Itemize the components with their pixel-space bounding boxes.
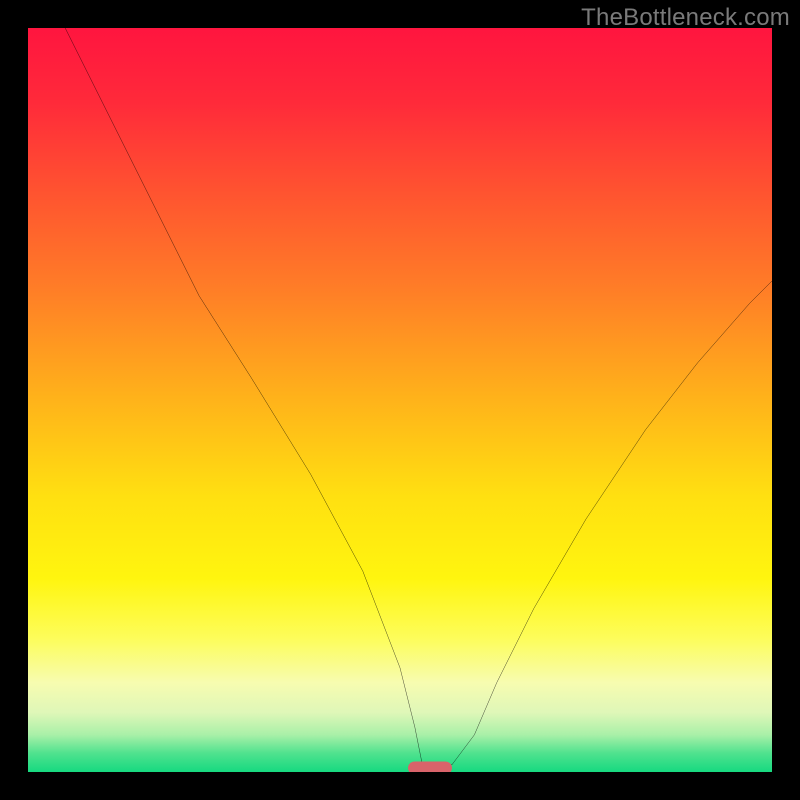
bottleneck-curve bbox=[28, 28, 772, 772]
optimal-marker bbox=[408, 762, 452, 772]
plot-area bbox=[28, 28, 772, 772]
chart-frame: TheBottleneck.com bbox=[0, 0, 800, 800]
watermark-text: TheBottleneck.com bbox=[581, 4, 790, 32]
